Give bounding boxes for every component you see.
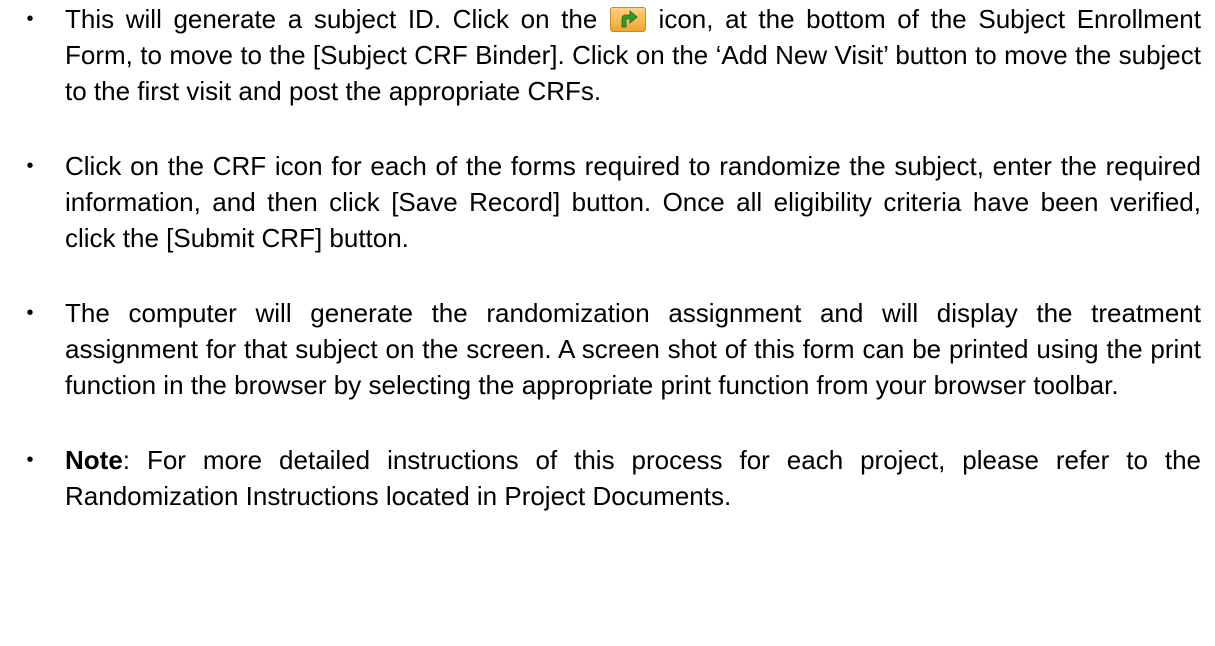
list-item: • This will generate a subject ID. Click… xyxy=(0,1,1215,109)
bullet-icon: • xyxy=(26,155,34,177)
list-item: • Click on the CRF icon for each of the … xyxy=(0,148,1215,256)
item-text: The computer will generate the randomiza… xyxy=(65,298,1201,400)
list-item: • Note: For more detailed instructions o… xyxy=(0,442,1215,514)
note-label: Note xyxy=(65,445,123,475)
item-text: Click on the CRF icon for each of the fo… xyxy=(65,151,1201,253)
document-page: • This will generate a subject ID. Click… xyxy=(0,1,1215,646)
item-text: : For more detailed instructions of this… xyxy=(65,445,1201,511)
list-item: • The computer will generate the randomi… xyxy=(0,295,1215,403)
item-text-before-icon: This will generate a subject ID. Click o… xyxy=(65,4,609,34)
bullet-icon: • xyxy=(26,449,34,471)
bullet-icon: • xyxy=(26,8,34,30)
bullet-icon: • xyxy=(26,302,34,324)
instruction-list: • This will generate a subject ID. Click… xyxy=(0,1,1215,514)
green-arrow-icon xyxy=(609,7,646,32)
